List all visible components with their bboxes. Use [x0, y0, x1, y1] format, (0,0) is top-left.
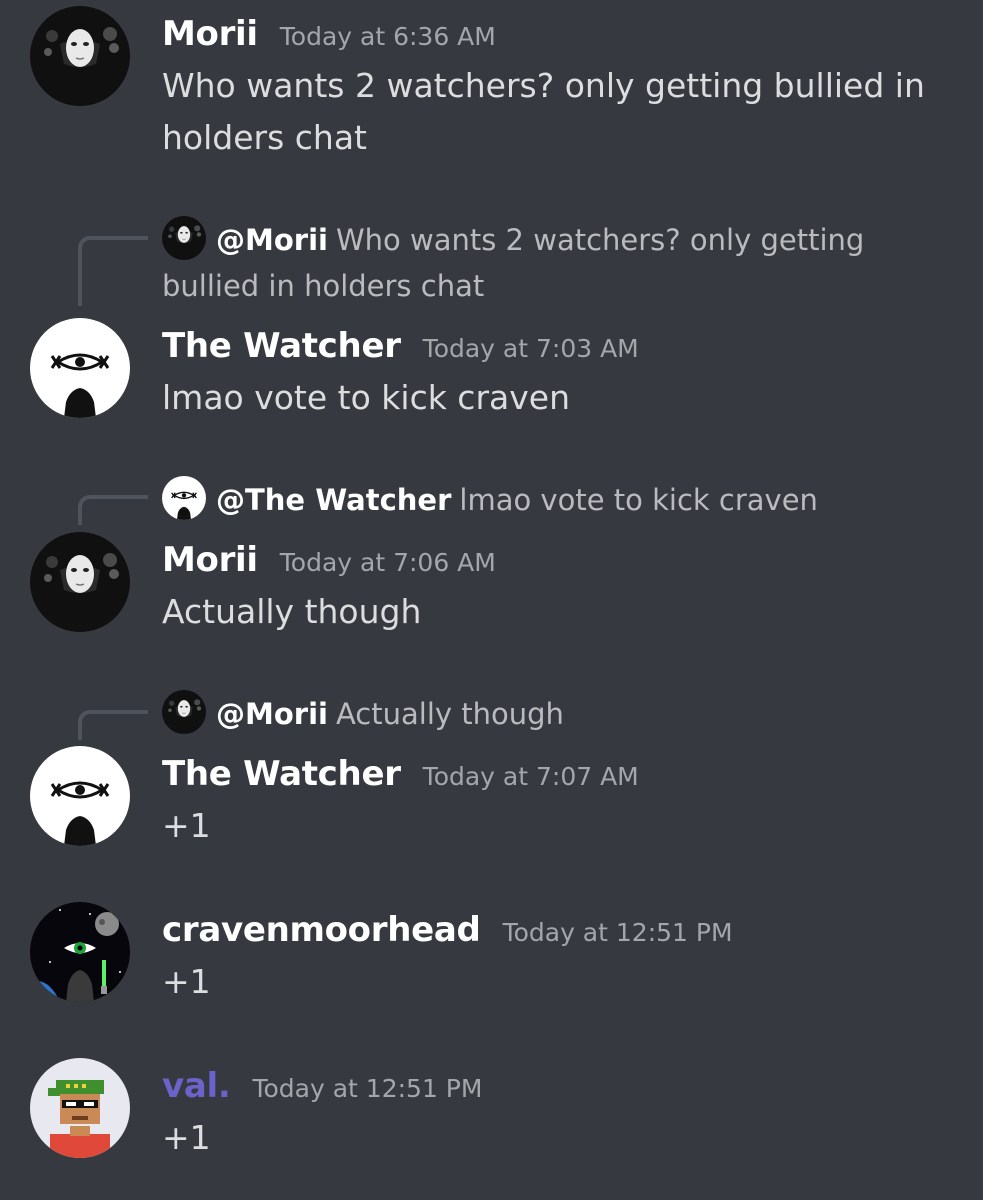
- timestamp[interactable]: Today at 7:06 AM: [280, 548, 496, 577]
- reply-preview[interactable]: @Morii Actually though: [162, 690, 952, 737]
- author-name[interactable]: Morii: [162, 540, 258, 580]
- message-content: Who wants 2 watchers? only getting bulli…: [162, 66, 925, 157]
- reply-preview[interactable]: @The Watcher lmao vote to kick craven: [162, 476, 952, 523]
- reply-avatar: [162, 476, 206, 520]
- reply-avatar: [162, 690, 206, 734]
- reply-spine: [78, 495, 148, 525]
- message-content: lmao vote to kick craven: [162, 378, 570, 417]
- timestamp[interactable]: Today at 7:03 AM: [423, 334, 639, 363]
- reply-avatar: [162, 216, 206, 260]
- avatar[interactable]: [30, 746, 130, 846]
- author-name[interactable]: val.: [162, 1066, 231, 1106]
- white-mask-icon: [162, 690, 206, 734]
- author-name[interactable]: Morii: [162, 14, 258, 54]
- timestamp[interactable]: Today at 6:36 AM: [280, 22, 496, 51]
- reply-preview[interactable]: @Morii Who wants 2 watchers? only getting…: [162, 216, 952, 309]
- author-name[interactable]: The Watcher: [162, 754, 401, 794]
- reply-mention[interactable]: @Morii: [216, 223, 328, 257]
- message-content: +1: [162, 1118, 211, 1157]
- author-name[interactable]: cravenmoorhead: [162, 910, 481, 950]
- avatar[interactable]: [30, 532, 130, 632]
- timestamp[interactable]: Today at 7:07 AM: [423, 762, 639, 791]
- white-mask-icon: [30, 532, 130, 632]
- timestamp[interactable]: Today at 12:51 PM: [503, 918, 733, 947]
- message-content: Actually though: [162, 592, 422, 631]
- avatar[interactable]: [30, 6, 130, 106]
- author-name[interactable]: The Watcher: [162, 326, 401, 366]
- reply-text: lmao vote to kick craven: [459, 483, 818, 517]
- reply-mention[interactable]: @The Watcher: [216, 483, 451, 517]
- pixel-character-icon: [30, 1058, 130, 1158]
- green-eye-space-icon: [30, 902, 130, 1002]
- reply-spine: [78, 236, 148, 306]
- eye-and-hood-icon: [30, 318, 130, 418]
- white-mask-icon: [30, 6, 130, 106]
- eye-and-hood-icon: [162, 476, 206, 520]
- reply-text: Actually though: [335, 697, 564, 731]
- reply-mention[interactable]: @Morii: [216, 697, 328, 731]
- avatar[interactable]: [30, 902, 130, 1002]
- reply-spine: [78, 710, 148, 740]
- message-content: +1: [162, 962, 211, 1001]
- eye-and-hood-icon: [30, 746, 130, 846]
- avatar[interactable]: [30, 318, 130, 418]
- white-mask-icon: [162, 216, 206, 260]
- avatar[interactable]: [30, 1058, 130, 1158]
- timestamp[interactable]: Today at 12:51 PM: [252, 1074, 482, 1103]
- message-content: +1: [162, 806, 211, 845]
